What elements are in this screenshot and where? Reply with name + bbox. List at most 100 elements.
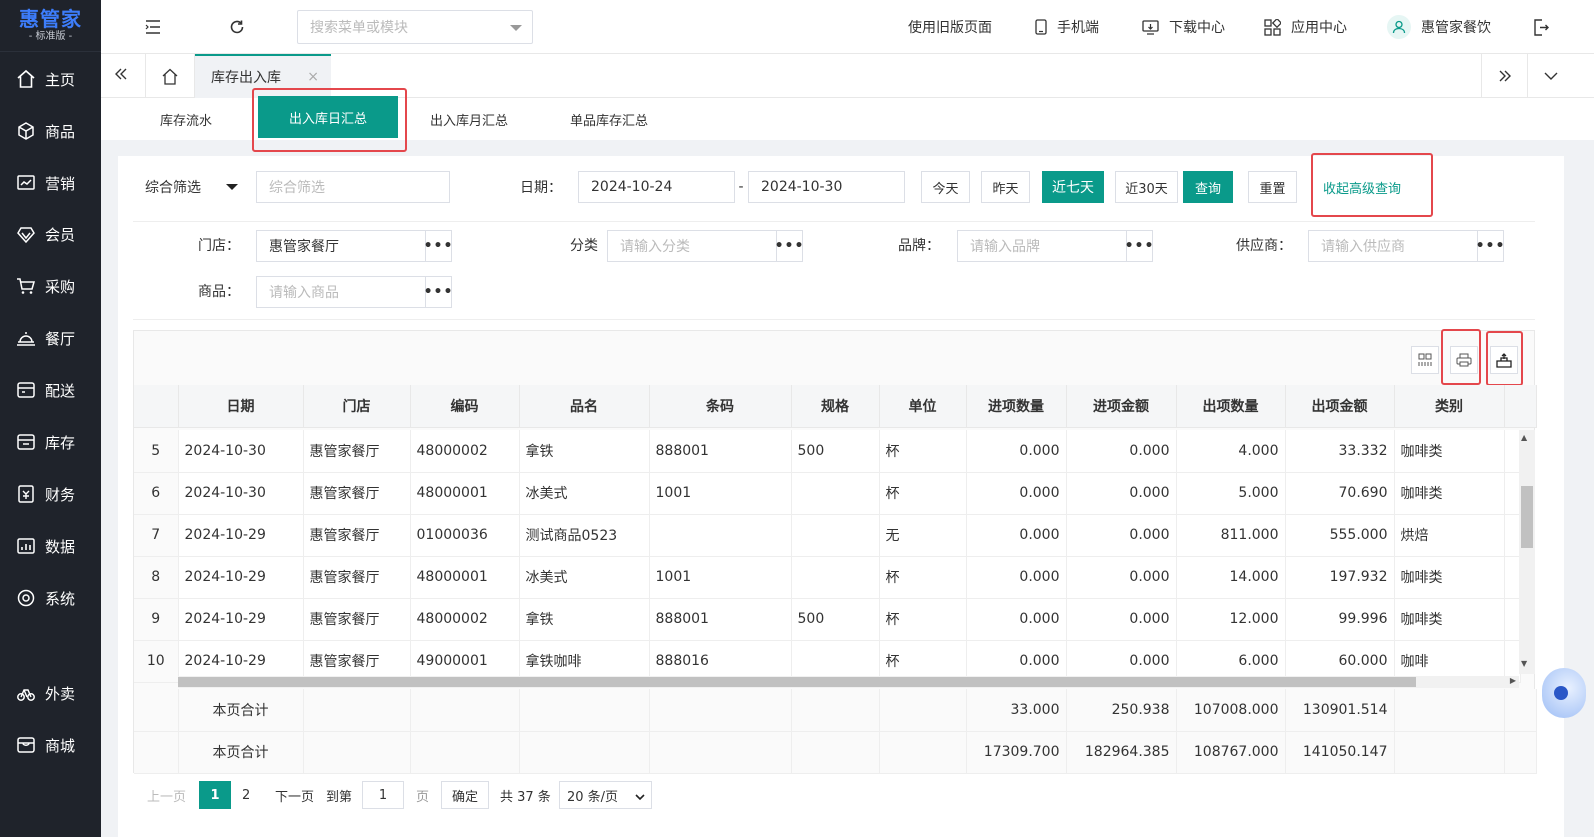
sidebar-item-dish[interactable]: 餐厅 bbox=[0, 312, 101, 364]
highlight-box bbox=[1486, 331, 1523, 386]
sidebar-item-label: 库存 bbox=[45, 433, 76, 452]
page-1-button[interactable]: 1 bbox=[199, 781, 231, 809]
mobile-link[interactable]: 手机端 bbox=[1035, 0, 1099, 54]
download-center-link[interactable]: 下载中心 bbox=[1142, 0, 1225, 54]
old-version-link[interactable]: 使用旧版页面 bbox=[908, 0, 992, 54]
tabs-scroll-right-icon[interactable] bbox=[1481, 54, 1527, 98]
user-menu[interactable]: 惠管家餐饮 bbox=[1387, 0, 1491, 54]
home-tab[interactable] bbox=[145, 54, 195, 98]
brand-name: 惠管家 bbox=[19, 6, 82, 31]
brand-logo[interactable]: 惠管家 - 标准版 - bbox=[0, 0, 101, 52]
horizontal-scroll-thumb[interactable] bbox=[178, 677, 1416, 687]
today-button[interactable]: 今天 bbox=[921, 171, 970, 203]
user-name: 惠管家餐饮 bbox=[1421, 20, 1491, 36]
column-header[interactable]: 进项数量 bbox=[966, 385, 1067, 428]
column-header[interactable]: 门店 bbox=[303, 385, 411, 428]
subtab-monthly-summary[interactable]: 出入库月汇总 bbox=[430, 98, 508, 140]
goto-page-input[interactable]: 1 bbox=[362, 781, 404, 809]
table-row[interactable]: 9 2024-10-29 惠管家餐厅 48000002 拿铁 888001 500 杯 0.00… bbox=[134, 598, 1521, 641]
last-30-days-button[interactable]: 近30天 bbox=[1115, 171, 1178, 203]
summary-value: 130901.514 bbox=[1285, 689, 1395, 732]
horizontal-scrollbar[interactable]: ▶ bbox=[178, 676, 1519, 688]
yesterday-button[interactable]: 昨天 bbox=[981, 171, 1030, 203]
subtab-stock-flow[interactable]: 库存流水 bbox=[160, 98, 212, 140]
last-7-days-button[interactable]: 近七天 bbox=[1042, 171, 1104, 203]
brand-more-icon[interactable]: ••• bbox=[1125, 231, 1153, 261]
sidebar-item-chart[interactable]: 营销 bbox=[0, 157, 101, 209]
category-input[interactable]: 请输入分类 ••• bbox=[607, 230, 803, 262]
column-header[interactable]: 类别 bbox=[1394, 385, 1505, 428]
brand-input[interactable]: 请输入品牌 ••• bbox=[957, 230, 1153, 262]
date-from-input[interactable]: 2024-10-24 bbox=[578, 171, 735, 203]
column-header[interactable]: 条码 bbox=[649, 385, 792, 428]
table-cell: 0.000 bbox=[1066, 598, 1177, 641]
tab-close-icon[interactable]: × bbox=[307, 69, 319, 85]
sidebar-item-bike[interactable]: 外卖 bbox=[0, 667, 101, 719]
vertical-scrollbar[interactable]: ▲ ▼ bbox=[1519, 430, 1535, 674]
category-more-icon[interactable]: ••• bbox=[775, 231, 803, 261]
next-page-button[interactable]: 下一页 bbox=[275, 781, 314, 809]
column-settings-icon[interactable] bbox=[1411, 346, 1439, 374]
supplier-input[interactable]: 请输入供应商 ••• bbox=[1308, 230, 1504, 262]
column-header[interactable]: 日期 bbox=[178, 385, 304, 428]
sidebar-item-data[interactable]: 数据 bbox=[0, 520, 101, 572]
combo-filter-input[interactable]: 综合筛选 bbox=[256, 171, 450, 203]
column-header[interactable]: 编码 bbox=[410, 385, 520, 428]
column-header[interactable]: 出项金额 bbox=[1285, 385, 1395, 428]
column-header[interactable]: 品名 bbox=[519, 385, 650, 428]
date-to-input[interactable]: 2024-10-30 bbox=[748, 171, 905, 203]
table-row[interactable]: 6 2024-10-30 惠管家餐厅 48000001 冰美式 1001 杯 0.000 0.0… bbox=[134, 472, 1521, 515]
store-label: 门店： bbox=[198, 238, 240, 254]
user-avatar-icon bbox=[1387, 15, 1411, 39]
sidebar-item-diamond[interactable]: 会员 bbox=[0, 208, 101, 260]
sidebar-item-warehouse[interactable]: 库存 bbox=[0, 416, 101, 468]
menu-toggle-icon[interactable] bbox=[145, 0, 161, 54]
menu-search-select[interactable]: 搜索菜单或模块 bbox=[297, 10, 533, 44]
combo-filter-select[interactable]: 综合筛选 bbox=[133, 171, 250, 203]
reset-button[interactable]: 重置 bbox=[1248, 171, 1297, 203]
column-header[interactable]: 单位 bbox=[879, 385, 967, 428]
top-bar: 搜索菜单或模块 使用旧版页面 手机端 下载中心 应用中心 惠管家餐饮 bbox=[101, 0, 1594, 54]
assistant-bot-icon[interactable] bbox=[1542, 668, 1586, 718]
goto-confirm-button[interactable]: 确定 bbox=[441, 781, 489, 809]
tabs-menu-chevron-down-icon[interactable] bbox=[1527, 54, 1573, 98]
sidebar-item-finance[interactable]: 财务 bbox=[0, 468, 101, 520]
scroll-up-arrow-icon[interactable]: ▲ bbox=[1521, 433, 1527, 442]
column-header[interactable]: 进项金额 bbox=[1066, 385, 1177, 428]
scroll-right-arrow-icon[interactable]: ▶ bbox=[1510, 676, 1516, 685]
app-center-link[interactable]: 应用中心 bbox=[1264, 0, 1347, 54]
tabs-scroll-left-icon[interactable] bbox=[114, 67, 128, 85]
sidebar-item-shop[interactable]: 商城 bbox=[0, 719, 101, 771]
supplier-more-icon[interactable]: ••• bbox=[1476, 231, 1504, 261]
column-header[interactable]: 规格 bbox=[791, 385, 880, 428]
prev-page-button[interactable]: 上一页 bbox=[147, 781, 186, 809]
brand-label: 品牌： bbox=[898, 238, 940, 254]
refresh-icon[interactable] bbox=[229, 0, 245, 54]
summary-empty-cell bbox=[649, 689, 792, 732]
store-input[interactable]: 惠管家餐厅 ••• bbox=[256, 230, 452, 262]
table-cell: 0.000 bbox=[966, 472, 1067, 515]
page-2-button[interactable]: 2 bbox=[242, 781, 250, 809]
product-more-icon[interactable]: ••• bbox=[424, 277, 452, 307]
scroll-down-arrow-icon[interactable]: ▼ bbox=[1521, 659, 1527, 668]
column-header[interactable]: 出项数量 bbox=[1176, 385, 1286, 428]
table-cell: 5.000 bbox=[1176, 472, 1286, 515]
product-input[interactable]: 请输入商品 ••• bbox=[256, 276, 452, 308]
sidebar-item-settings[interactable]: 系统 bbox=[0, 572, 101, 624]
sidebar-item-home[interactable]: 主页 bbox=[0, 53, 101, 105]
table-row[interactable]: 8 2024-10-29 惠管家餐厅 48000001 冰美式 1001 杯 0.000 0.0… bbox=[134, 556, 1521, 599]
vertical-scroll-thumb[interactable] bbox=[1521, 486, 1533, 548]
query-button[interactable]: 查询 bbox=[1183, 171, 1233, 203]
supplier-placeholder: 请输入供应商 bbox=[1321, 239, 1405, 255]
page-size-value: 20 条/页 bbox=[567, 789, 619, 805]
sidebar-item-truck[interactable]: 配送 bbox=[0, 364, 101, 416]
sidebar-item-cart[interactable]: 采购 bbox=[0, 260, 101, 312]
table-cell: 拿铁 bbox=[519, 598, 650, 641]
page-size-select[interactable]: 20 条/页 bbox=[559, 781, 652, 809]
logout-icon[interactable] bbox=[1533, 0, 1549, 54]
table-row[interactable]: 7 2024-10-29 惠管家餐厅 01000036 测试商品0523 无 0.000 0.… bbox=[134, 514, 1521, 557]
subtab-item-stock-summary[interactable]: 单品库存汇总 bbox=[570, 98, 648, 140]
store-more-icon[interactable]: ••• bbox=[424, 231, 452, 261]
sidebar-item-box[interactable]: 商品 bbox=[0, 105, 101, 157]
table-row[interactable]: 5 2024-10-30 惠管家餐厅 48000002 拿铁 888001 500 杯 0.00… bbox=[134, 430, 1521, 473]
